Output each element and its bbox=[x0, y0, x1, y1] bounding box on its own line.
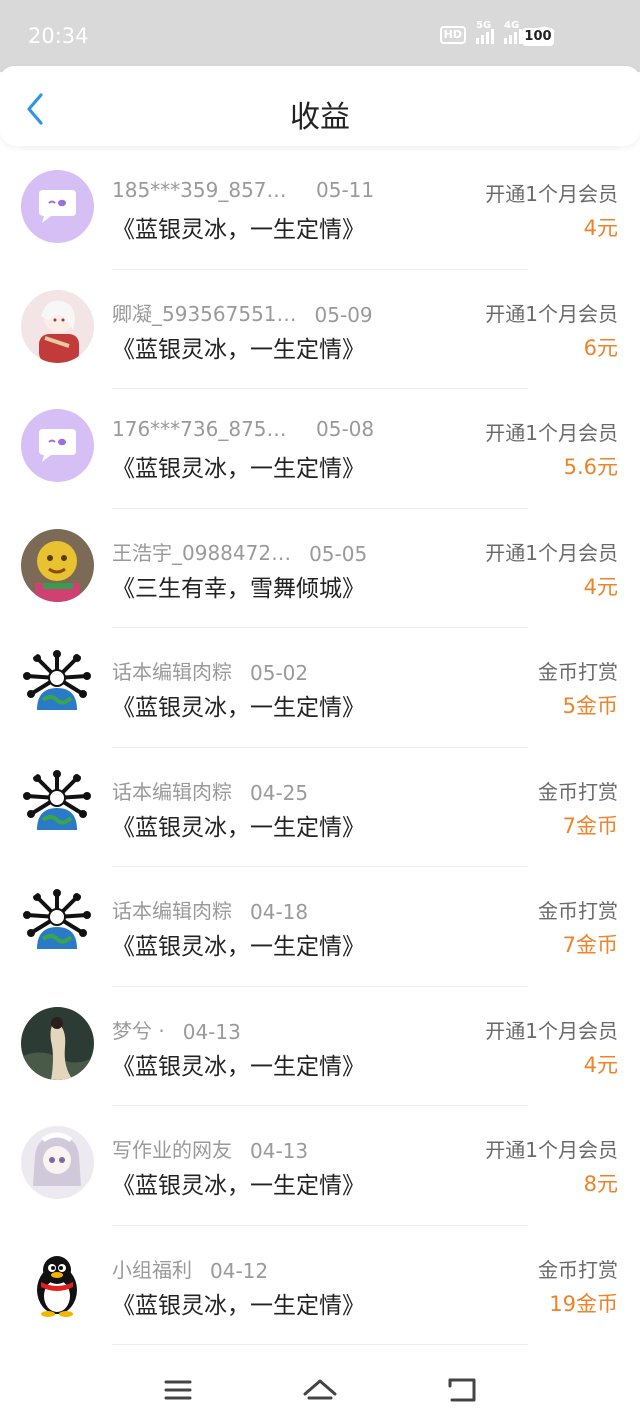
painting-avatar bbox=[21, 1006, 94, 1080]
earning-type: 金币打赏 bbox=[538, 779, 618, 804]
menu-icon[interactable] bbox=[158, 1374, 198, 1406]
golden-figure-avatar bbox=[21, 528, 94, 602]
row-meta: 话本编辑肉粽 05-02 bbox=[112, 656, 308, 685]
penguin-avatar bbox=[21, 1245, 94, 1319]
earth-spider-avatar bbox=[21, 767, 94, 841]
earnings-list: 185***359_8577… 05-11 《蓝银灵冰，一生定情》 开通1个月会员… bbox=[0, 150, 640, 1345]
earning-amount: 4元 bbox=[583, 1052, 618, 1077]
user-name: 话本编辑肉粽 bbox=[112, 779, 232, 804]
earning-type: 金币打赏 bbox=[538, 660, 618, 684]
user-name: 小组福利 bbox=[112, 1257, 192, 1282]
earning-amount: 7金币 bbox=[562, 933, 618, 957]
user-name: 话本编辑肉粽 bbox=[112, 899, 232, 923]
doll-avatar bbox=[21, 1126, 94, 1199]
row-meta: 王浩宇_0988472… 05-05 bbox=[112, 537, 367, 566]
book-title: 《蓝银灵冰，一生定情》 bbox=[112, 336, 365, 363]
page-title: 收益 bbox=[290, 100, 350, 135]
chat-bubble-avatar bbox=[21, 409, 94, 482]
user-name: 话本编辑肉粽 bbox=[112, 660, 232, 684]
earning-type: 开通1个月会员 bbox=[485, 301, 618, 326]
earning-date: 05-05 bbox=[309, 541, 368, 566]
earning-date: 04-13 bbox=[250, 1139, 309, 1163]
hd-voice-icon: HD bbox=[439, 26, 466, 44]
book-title: 《蓝银灵冰，一生定情》 bbox=[112, 1053, 365, 1080]
back-nav-icon[interactable] bbox=[442, 1374, 482, 1406]
earning-amount: 5金币 bbox=[562, 694, 618, 718]
earning-type: 金币打赏 bbox=[538, 1257, 618, 1282]
user-name: 王浩宇_0988472… bbox=[112, 540, 292, 565]
home-icon[interactable] bbox=[300, 1374, 340, 1406]
row-meta: 176***736_8754… 05-08 bbox=[112, 417, 374, 441]
book-title: 《蓝银灵冰，一生定情》 bbox=[112, 1173, 365, 1199]
signal-5g-icon: 5G bbox=[476, 20, 494, 44]
earning-type: 开通1个月会员 bbox=[485, 1138, 618, 1162]
row-meta: 小组福利 04-12 bbox=[112, 1254, 268, 1283]
earning-amount: 6元 bbox=[583, 335, 618, 360]
earning-amount: 7金币 bbox=[562, 813, 618, 838]
earning-date: 05-11 bbox=[316, 178, 375, 202]
earning-date: 05-02 bbox=[250, 661, 309, 685]
earning-row[interactable]: 176***736_8754… 05-08 《蓝银灵冰，一生定情》 开通1个月会员… bbox=[0, 389, 640, 509]
earning-type: 开通1个月会员 bbox=[485, 540, 618, 565]
row-meta: 梦兮 · 04-13 bbox=[112, 1015, 241, 1044]
earning-row[interactable]: 话本编辑肉粽 05-02 《蓝银灵冰，一生定情》 金币打赏 5金币 bbox=[0, 628, 640, 748]
chat-bubble-avatar bbox=[21, 170, 94, 243]
earning-amount: 8元 bbox=[583, 1172, 618, 1196]
status-bar: 20:34 HD 5G 4G 100 bbox=[0, 0, 640, 72]
earning-amount: 5.6元 bbox=[563, 455, 618, 479]
earning-row[interactable]: 小组福利 04-12 《蓝银灵冰，一生定情》 金币打赏 19金币 bbox=[0, 1226, 640, 1346]
book-title: 《蓝银灵冰，一生定情》 bbox=[112, 934, 365, 960]
earth-spider-avatar bbox=[21, 887, 94, 960]
earning-row[interactable]: 写作业的网友 04-13 《蓝银灵冰，一生定情》 开通1个月会员 8元 bbox=[0, 1106, 640, 1226]
page-header: 收益 bbox=[0, 66, 640, 146]
user-name: 梦兮 · bbox=[112, 1018, 165, 1043]
signal-4g-icon: 4G bbox=[504, 20, 522, 44]
user-name: 185***359_8577… bbox=[112, 178, 298, 202]
earning-row[interactable]: 卿凝_593567551… 05-09 《蓝银灵冰，一生定情》 开通1个月会员 6… bbox=[0, 270, 640, 390]
user-name: 写作业的网友 bbox=[112, 1138, 232, 1162]
earning-amount: 19金币 bbox=[549, 1291, 618, 1316]
earning-type: 开通1个月会员 bbox=[485, 1018, 618, 1043]
earning-date: 04-13 bbox=[182, 1019, 241, 1044]
earning-date: 04-12 bbox=[210, 1258, 269, 1283]
earning-row[interactable]: 话本编辑肉粽 04-18 《蓝银灵冰，一生定情》 金币打赏 7金币 bbox=[0, 867, 640, 987]
user-name: 176***736_8754… bbox=[112, 417, 298, 441]
anime-girl-avatar bbox=[21, 289, 94, 363]
book-title: 《蓝银灵冰，一生定情》 bbox=[112, 814, 365, 841]
row-meta: 185***359_8577… 05-11 bbox=[112, 178, 374, 202]
row-meta: 话本编辑肉粽 04-25 bbox=[112, 776, 308, 805]
system-nav-bar bbox=[0, 1348, 640, 1427]
earning-date: 04-25 bbox=[250, 780, 309, 805]
earning-row[interactable]: 185***359_8577… 05-11 《蓝银灵冰，一生定情》 开通1个月会员… bbox=[0, 150, 640, 270]
earning-type: 开通1个月会员 bbox=[485, 421, 618, 445]
row-meta: 话本编辑肉粽 04-18 bbox=[112, 895, 308, 924]
book-title: 《三生有幸，雪舞倾城》 bbox=[112, 575, 365, 602]
earning-type: 开通1个月会员 bbox=[485, 182, 618, 206]
row-meta: 卿凝_593567551… 05-09 bbox=[112, 298, 373, 327]
battery-icon: 100 bbox=[522, 28, 554, 46]
earning-row[interactable]: 话本编辑肉粽 04-25 《蓝银灵冰，一生定情》 金币打赏 7金币 bbox=[0, 748, 640, 868]
earning-type: 金币打赏 bbox=[538, 899, 618, 923]
user-name: 卿凝_593567551… bbox=[112, 301, 297, 326]
earning-amount: 4元 bbox=[583, 216, 618, 240]
earning-amount: 4元 bbox=[583, 574, 618, 599]
status-time: 20:34 bbox=[28, 24, 89, 48]
book-title: 《蓝银灵冰，一生定情》 bbox=[112, 456, 365, 482]
earning-date: 05-09 bbox=[314, 302, 373, 327]
book-title: 《蓝银灵冰，一生定情》 bbox=[112, 1292, 365, 1319]
book-title: 《蓝银灵冰，一生定情》 bbox=[112, 695, 365, 721]
earning-date: 05-08 bbox=[316, 417, 375, 441]
row-meta: 写作业的网友 04-13 bbox=[112, 1134, 308, 1163]
earth-spider-avatar bbox=[21, 648, 94, 721]
earning-date: 04-18 bbox=[250, 900, 309, 924]
earning-row[interactable]: 王浩宇_0988472… 05-05 《三生有幸，雪舞倾城》 开通1个月会员 4元 bbox=[0, 509, 640, 629]
book-title: 《蓝银灵冰，一生定情》 bbox=[112, 217, 365, 243]
earning-row[interactable]: 梦兮 · 04-13 《蓝银灵冰，一生定情》 开通1个月会员 4元 bbox=[0, 987, 640, 1107]
